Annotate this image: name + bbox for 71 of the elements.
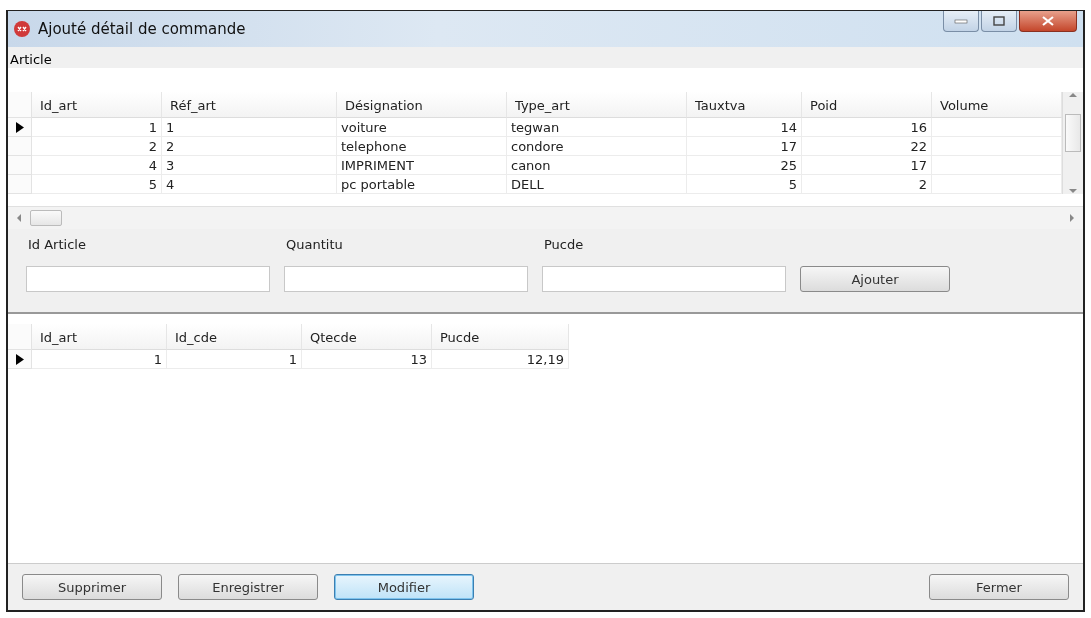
table-cell: 5 bbox=[687, 175, 802, 194]
input-field[interactable] bbox=[284, 266, 528, 292]
scroll-up-icon[interactable] bbox=[1069, 92, 1077, 98]
table-cell: 16 bbox=[802, 118, 932, 137]
table-cell: 4 bbox=[162, 175, 337, 194]
table-cell: 1 bbox=[32, 350, 167, 369]
table-cell: 14 bbox=[687, 118, 802, 137]
table-cell: DELL bbox=[507, 175, 687, 194]
action-button[interactable]: Enregistrer bbox=[178, 574, 318, 600]
section-label: Article bbox=[9, 51, 53, 68]
column-header[interactable]: Id_art bbox=[32, 92, 162, 118]
table-cell: 2 bbox=[32, 137, 162, 156]
table-cell: 3 bbox=[162, 156, 337, 175]
scroll-thumb[interactable] bbox=[30, 210, 62, 226]
table-cell: 4 bbox=[32, 156, 162, 175]
column-header[interactable]: Réf_art bbox=[162, 92, 337, 118]
scroll-down-icon[interactable] bbox=[1069, 188, 1077, 194]
table-cell: tegwan bbox=[507, 118, 687, 137]
column-header[interactable]: Id_art bbox=[32, 324, 167, 350]
table-cell: 1 bbox=[167, 350, 302, 369]
current-row-icon bbox=[15, 121, 24, 133]
column-header[interactable]: Id_cde bbox=[167, 324, 302, 350]
add-button[interactable]: Ajouter bbox=[800, 266, 950, 292]
app-icon bbox=[14, 21, 30, 37]
action-button[interactable]: Modifier bbox=[334, 574, 474, 600]
column-header[interactable]: Désignation bbox=[337, 92, 507, 118]
action-button[interactable]: Fermer bbox=[929, 574, 1069, 600]
horizontal-scrollbar[interactable] bbox=[8, 206, 1083, 229]
column-header[interactable]: Poid bbox=[802, 92, 932, 118]
table-cell: 5 bbox=[32, 175, 162, 194]
table-cell: pc portable bbox=[337, 175, 507, 194]
table-cell: 2 bbox=[802, 175, 932, 194]
table-cell: telephone bbox=[337, 137, 507, 156]
table-cell: 17 bbox=[802, 156, 932, 175]
field-label: Quantitu bbox=[285, 237, 344, 252]
current-row-icon bbox=[15, 353, 24, 365]
table-cell: 1 bbox=[32, 118, 162, 137]
table-cell: 13 bbox=[302, 350, 432, 369]
scroll-left-icon[interactable] bbox=[16, 214, 22, 222]
minimize-button[interactable] bbox=[943, 11, 979, 32]
row-header[interactable] bbox=[8, 118, 32, 137]
field-label: Pucde bbox=[543, 237, 585, 252]
minimize-icon bbox=[954, 18, 968, 24]
column-header[interactable]: Qtecde bbox=[302, 324, 432, 350]
column-header[interactable]: Tauxtva bbox=[687, 92, 802, 118]
maximize-icon bbox=[993, 16, 1005, 26]
input-field[interactable] bbox=[26, 266, 270, 292]
table-cell: IMPRIMENT bbox=[337, 156, 507, 175]
table-cell: 2 bbox=[162, 137, 337, 156]
table-cell: canon bbox=[507, 156, 687, 175]
column-header[interactable]: Pucde bbox=[432, 324, 569, 350]
table-cell: 1 bbox=[162, 118, 337, 137]
input-field[interactable] bbox=[542, 266, 786, 292]
column-header[interactable]: Volume bbox=[932, 92, 1062, 118]
row-header[interactable] bbox=[8, 350, 32, 369]
scroll-thumb[interactable] bbox=[1065, 114, 1081, 152]
close-icon bbox=[1042, 16, 1054, 26]
table-cell: 25 bbox=[687, 156, 802, 175]
column-header[interactable]: Type_art bbox=[507, 92, 687, 118]
window-title: Ajouté détail de commande bbox=[38, 20, 247, 38]
field-label: Id Article bbox=[27, 237, 87, 252]
close-button[interactable] bbox=[1019, 11, 1077, 32]
table-cell: voiture bbox=[337, 118, 507, 137]
scroll-right-icon[interactable] bbox=[1069, 214, 1075, 222]
table-cell: condore bbox=[507, 137, 687, 156]
table-cell: 12,19 bbox=[432, 350, 569, 369]
table-cell: 17 bbox=[687, 137, 802, 156]
table-cell: 22 bbox=[802, 137, 932, 156]
maximize-button[interactable] bbox=[981, 11, 1017, 32]
action-button[interactable]: Supprimer bbox=[22, 574, 162, 600]
vertical-scrollbar[interactable] bbox=[1062, 92, 1083, 194]
